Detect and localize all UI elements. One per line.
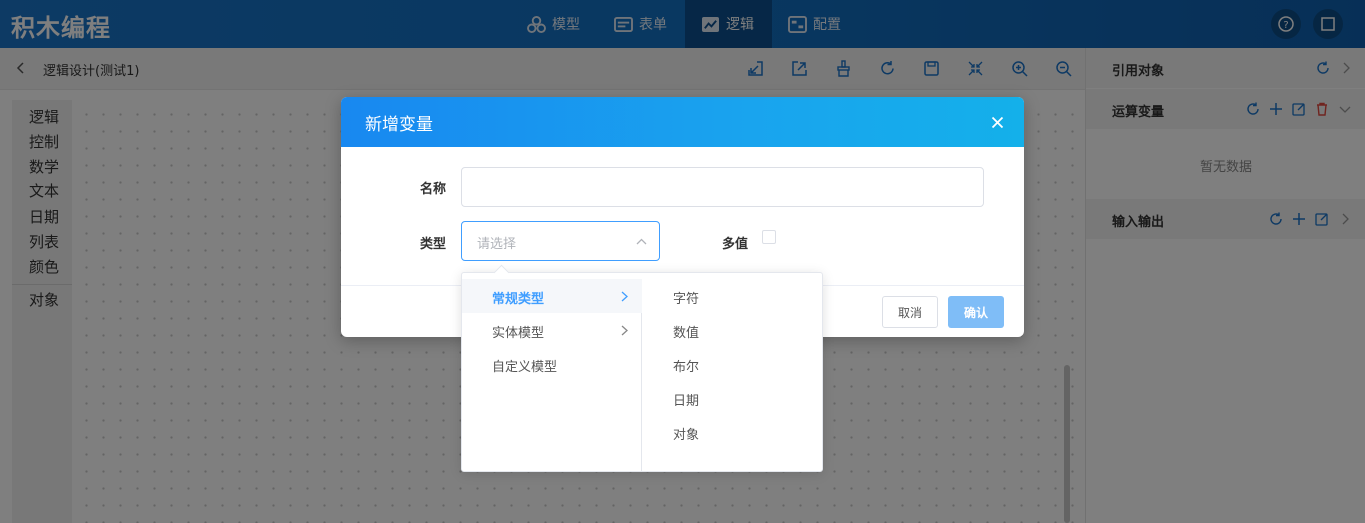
cascader-option-boolean[interactable]: 布尔 xyxy=(643,347,823,381)
option-label: 布尔 xyxy=(673,360,700,375)
cascader-option-date[interactable]: 日期 xyxy=(643,381,823,415)
cascader-option-custom[interactable]: 自定义模型 xyxy=(462,347,642,381)
dialog-header: 新增变量 xyxy=(341,97,1024,147)
chevron-up-icon xyxy=(636,238,647,245)
close-icon[interactable] xyxy=(991,116,1004,129)
chevron-right-icon xyxy=(621,291,628,302)
confirm-button[interactable]: 确认 xyxy=(948,296,1004,328)
chevron-right-icon xyxy=(621,325,628,336)
cascader-option-entity[interactable]: 实体模型 xyxy=(462,313,642,347)
dialog-title: 新增变量 xyxy=(365,115,433,135)
cascader-option-object[interactable]: 对象 xyxy=(643,415,823,449)
type-select[interactable]: 请选择 xyxy=(461,221,660,261)
option-label: 对象 xyxy=(673,428,700,443)
cascader-level2: 字符 数值 布尔 日期 对象 xyxy=(643,279,823,471)
cascader-option-number[interactable]: 数值 xyxy=(643,313,823,347)
cancel-button[interactable]: 取消 xyxy=(882,296,938,328)
type-placeholder: 请选择 xyxy=(477,237,517,252)
multi-label: 多值 xyxy=(722,237,749,252)
option-label: 字符 xyxy=(673,292,700,307)
cascader-option-general[interactable]: 常规类型 xyxy=(462,279,642,313)
option-label: 日期 xyxy=(673,394,700,409)
type-label: 类型 xyxy=(420,237,447,252)
type-cascader-dropdown: 常规类型 实体模型 自定义模型 字符 数值 布尔 日期 对象 xyxy=(461,272,823,472)
name-label: 名称 xyxy=(420,182,447,197)
option-label: 数值 xyxy=(673,326,700,341)
option-label: 常规类型 xyxy=(492,292,545,307)
multi-checkbox[interactable] xyxy=(762,230,776,244)
cascader-option-string[interactable]: 字符 xyxy=(643,279,823,313)
option-label: 自定义模型 xyxy=(492,360,558,375)
name-input[interactable] xyxy=(461,167,984,207)
option-label: 实体模型 xyxy=(492,326,545,341)
cascader-level1: 常规类型 实体模型 自定义模型 xyxy=(462,279,642,471)
